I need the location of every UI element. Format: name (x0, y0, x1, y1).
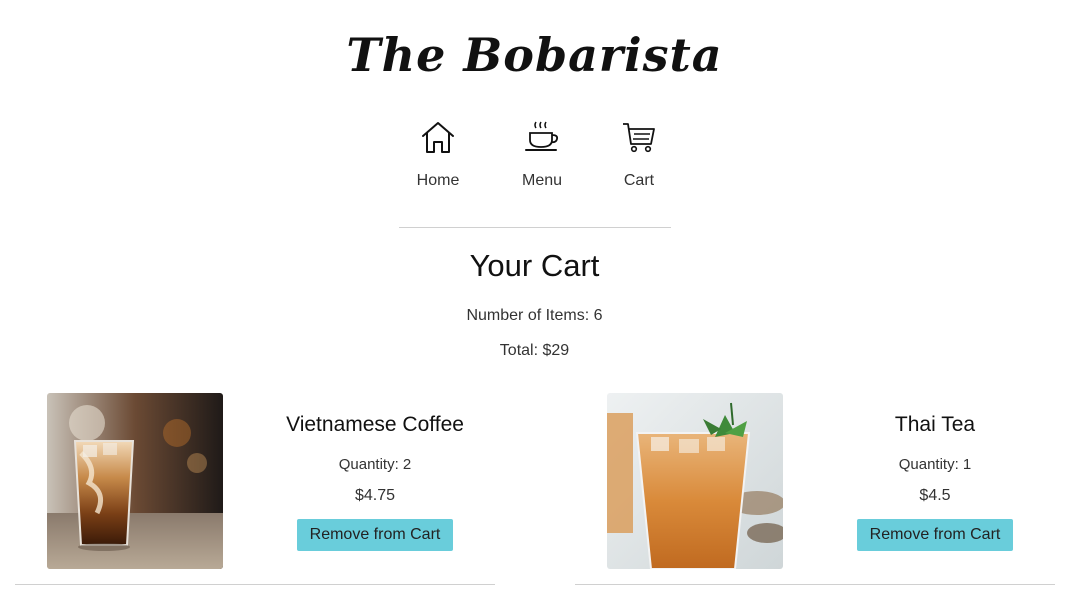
nav-item-cart[interactable]: Cart (599, 120, 679, 190)
nav-label-cart: Cart (623, 172, 655, 189)
nav-label-home: Home (416, 172, 460, 189)
item-quantity: Quantity: 2 (338, 456, 412, 473)
item-details: Thai Tea Quantity: 1 $4.5 Remove from Ca… (845, 393, 1025, 551)
cart-item: Thai Tea Quantity: 1 $4.5 Remove from Ca… (575, 393, 1055, 585)
nav-item-home[interactable]: Home (398, 120, 478, 190)
page-title: Your Cart (469, 248, 600, 283)
shopping-cart-icon (599, 120, 679, 154)
remove-from-cart-button[interactable]: Remove from Cart (296, 519, 454, 551)
coffee-cup-icon (502, 120, 582, 154)
item-name: Thai Tea (894, 413, 976, 436)
nav-label-menu: Menu (521, 172, 563, 189)
item-divider (15, 584, 495, 585)
header-divider (399, 227, 671, 228)
home-icon (398, 120, 478, 154)
item-price: $4.5 (919, 487, 951, 504)
vietnamese-coffee-image (47, 393, 223, 569)
main-nav: Home Menu Cart (0, 120, 1069, 210)
item-name: Vietnamese Coffee (286, 413, 464, 436)
cart-total: Total: $29 (499, 342, 570, 359)
item-divider (575, 584, 1055, 585)
item-quantity: Quantity: 1 (898, 456, 972, 473)
item-count: Number of Items: 6 (466, 307, 603, 324)
nav-item-menu[interactable]: Menu (502, 120, 582, 190)
remove-from-cart-button[interactable]: Remove from Cart (856, 519, 1014, 551)
item-details: Vietnamese Coffee Quantity: 2 $4.75 Remo… (285, 393, 465, 551)
cart-item: Vietnamese Coffee Quantity: 2 $4.75 Remo… (15, 393, 495, 585)
cart-page: The Bobarista Home Menu Cart Your Cart N… (0, 0, 1069, 602)
item-price: $4.75 (354, 487, 396, 504)
brand-title[interactable]: The Bobarista (0, 28, 1069, 82)
thai-tea-image (607, 393, 783, 569)
